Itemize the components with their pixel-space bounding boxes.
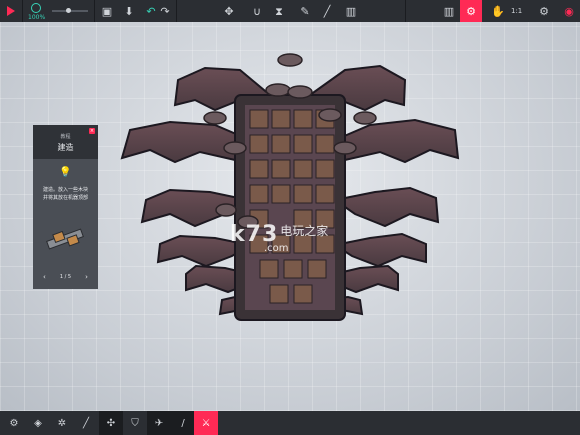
redo-button[interactable]: ↷	[154, 0, 176, 22]
speed-label: 100%	[28, 14, 46, 21]
mirror-button[interactable]: ⧗	[268, 0, 290, 22]
stats-button[interactable]: ▥	[438, 0, 460, 22]
gear-cluster-icon: ✲	[57, 417, 67, 429]
stick-icon: /	[181, 417, 185, 429]
close-icon: ◉	[564, 4, 574, 18]
armor-icon: ⛉	[131, 417, 139, 429]
pen-button[interactable]: ✎	[294, 0, 316, 22]
armor-button[interactable]: ⛉	[123, 411, 147, 435]
panel-body-line: 建造。放入一些木块	[42, 187, 88, 193]
stick-button[interactable]: /	[171, 411, 195, 435]
magnet-icon: ∪	[252, 4, 262, 18]
settings-gear-button[interactable]: ⚙	[460, 0, 482, 22]
panel-body: 建造。放入一些木块 并将其放在机器顶部	[33, 186, 98, 202]
move-button[interactable]: ✥	[218, 0, 240, 22]
settings-gear-icon: ⚙	[466, 4, 476, 18]
options-button[interactable]: ⚙	[533, 0, 555, 22]
weapon-icon: ⚔	[201, 417, 211, 429]
options-icon: ⚙	[539, 4, 549, 18]
panel-close-button[interactable]: ×	[89, 128, 95, 134]
weapon-button[interactable]: ⚔	[194, 411, 218, 435]
tutorial-image	[46, 228, 84, 250]
stats-icon: ▥	[443, 4, 455, 18]
panel-header: 教程 建造 ×	[33, 125, 98, 159]
panel-pager: ‹ 1 / 5 ›	[33, 273, 98, 281]
divider	[94, 0, 95, 22]
divider	[405, 0, 406, 22]
load-button[interactable]: ⬇	[118, 0, 140, 22]
prev-button[interactable]: ‹	[43, 273, 46, 281]
divider	[22, 0, 23, 22]
wrench-button[interactable]: ╱	[74, 411, 98, 435]
move-icon: ✥	[224, 4, 234, 18]
pen-icon: ✎	[300, 4, 310, 18]
fan-icon: ✣	[106, 417, 116, 429]
settings-icon: ⚙	[9, 417, 19, 429]
close-button[interactable]: ◉	[558, 0, 580, 22]
speed-icon	[31, 3, 41, 13]
block-count: 1:1	[511, 7, 523, 15]
mirror-icon: ⧗	[275, 4, 283, 18]
page-indicator: 1 / 5	[59, 274, 72, 280]
paint-icon: ╱	[323, 4, 331, 18]
watermark: k73 电玩之家 .com	[230, 222, 328, 254]
speed-control[interactable]: 100%	[28, 2, 46, 21]
shield-button[interactable]: ◈	[26, 411, 50, 435]
play-icon	[7, 6, 15, 16]
watermark-url: .com	[264, 243, 289, 254]
gear-cluster-button[interactable]: ✲	[50, 411, 74, 435]
magnet-button[interactable]: ∪	[246, 0, 268, 22]
load-icon: ⬇	[124, 4, 134, 18]
hand-button[interactable]: ✋	[487, 0, 509, 22]
delete-button[interactable]: ▥	[340, 0, 362, 22]
shield-icon: ◈	[34, 417, 42, 429]
save-button[interactable]: ▣	[96, 0, 118, 22]
close-icon: ×	[89, 128, 95, 134]
redo-icon: ↷	[160, 4, 170, 18]
panel-title: 建造	[57, 143, 74, 152]
bottom-toolbar: ⚙ ◈ ✲ ╱ ✣ ⛉ ✈ / ⚔	[0, 411, 580, 435]
fan-button[interactable]: ✣	[99, 411, 123, 435]
delete-icon: ▥	[345, 4, 357, 18]
time-slider[interactable]	[52, 8, 88, 13]
settings-button[interactable]: ⚙	[2, 411, 26, 435]
flying-machine-icon: ✈	[154, 417, 164, 429]
play-button[interactable]	[0, 0, 22, 22]
top-toolbar: 100% ▣ ⬇ ↶ ↷ ✥ ∪ ⧗ ✎ ╱ ▥ ▥ ⚙ ✋ 1:1 ⚙ ◉	[0, 0, 580, 22]
divider	[176, 0, 177, 22]
flying-machine-button[interactable]: ✈	[147, 411, 171, 435]
slider-knob[interactable]	[66, 8, 71, 13]
save-icon: ▣	[101, 4, 113, 18]
panel-body-line: 并将其放在机器顶部	[42, 195, 88, 201]
paint-button[interactable]: ╱	[316, 0, 338, 22]
tutorial-panel: 教程 建造 × 💡 建造。放入一些木块 并将其放在机器顶部 ‹ 1 / 5 ›	[33, 125, 98, 289]
hand-icon: ✋	[491, 4, 505, 18]
lightbulb-icon: 💡	[59, 167, 72, 178]
next-button[interactable]: ›	[85, 273, 88, 281]
wrench-icon: ╱	[82, 417, 90, 429]
watermark-cn: 电玩之家	[280, 224, 329, 238]
